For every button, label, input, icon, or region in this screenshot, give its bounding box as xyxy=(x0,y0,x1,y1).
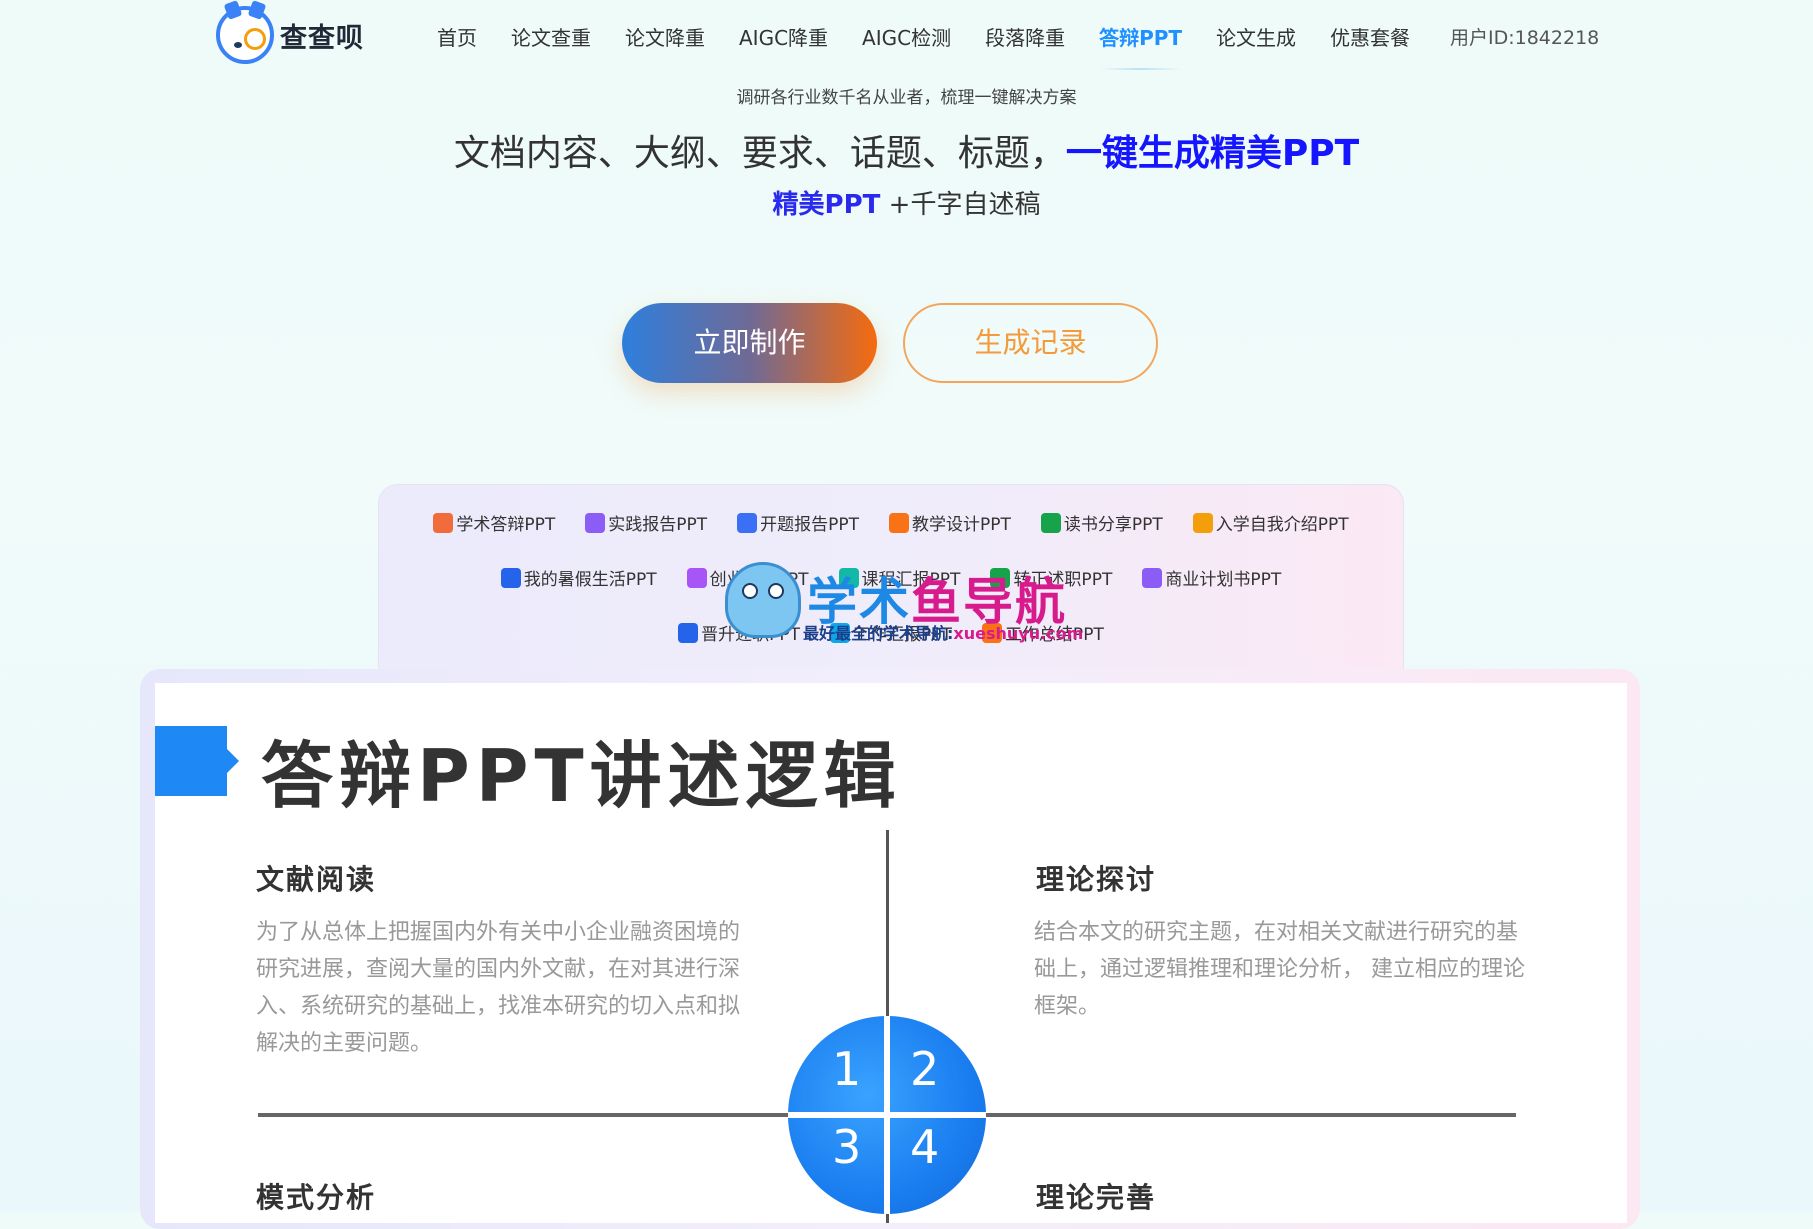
slide-title: 答辩PPT讲述逻辑 xyxy=(261,734,902,818)
category-label: 入学自我介绍PPT xyxy=(1215,515,1349,535)
headline-highlight: 一键生成精美PPT xyxy=(1065,133,1360,174)
category-book[interactable]: 学术答辩PPT xyxy=(433,510,555,535)
subline-plain: +千字自述稿 xyxy=(880,190,1041,220)
nav-item-home[interactable]: 首页 xyxy=(420,20,494,56)
nav-item-paper-generate[interactable]: 论文生成 xyxy=(1199,20,1313,56)
category-label: 学术答辩PPT xyxy=(456,515,556,535)
book-icon xyxy=(433,512,454,533)
category-row: 学术答辩PPT 实践报告PPT 开题报告PPT 教学设计PPT 读书分享PPT 入学自我介… xyxy=(379,510,1403,535)
category-label: 开题报告PPT xyxy=(760,515,859,535)
quadrant-4-heading: 理论完善 xyxy=(1036,1181,1157,1214)
history-button[interactable]: 生成记录 xyxy=(903,303,1158,383)
user-id[interactable]: 用户ID:1842218 xyxy=(1450,20,1599,56)
quadrant-circle: 1 2 3 4 xyxy=(788,1016,986,1214)
title-marker xyxy=(155,726,239,796)
quadrant-2-heading: 理论探讨 xyxy=(1036,863,1157,896)
octopus-logo-icon xyxy=(725,562,801,638)
number-3: 3 xyxy=(832,1120,862,1174)
user-card-icon xyxy=(1192,512,1213,533)
slide-preview: 答辩PPT讲述逻辑 文献阅读 为了从总体上把握国内外有关中小企业融资困境的研究进… xyxy=(155,683,1627,1223)
nav-item-aigc-reduce[interactable]: AIGC降重 xyxy=(722,20,845,56)
category-label: 商业计划书PPT xyxy=(1165,570,1282,590)
watermark: 学术鱼导航 最好最全的学术导航:xueshuyu.com xyxy=(725,562,1095,646)
logo[interactable]: 查查呗 xyxy=(216,0,364,64)
nav-item-defense-ppt[interactable]: 答辩PPT xyxy=(1082,20,1199,70)
category-label: 我的暑假生活PPT xyxy=(523,570,657,590)
category-label: 读书分享PPT xyxy=(1063,515,1163,535)
number-2: 2 xyxy=(910,1042,940,1096)
category-document-search[interactable]: 开题报告PPT xyxy=(737,510,859,535)
category-label: 教学设计PPT xyxy=(912,515,1011,535)
summer-icon xyxy=(500,567,521,588)
nav-item-packages[interactable]: 优惠套餐 xyxy=(1313,20,1427,56)
category-user-card[interactable]: 入学自我介绍PPT xyxy=(1192,510,1349,535)
number-4: 4 xyxy=(910,1120,940,1174)
number-1: 1 xyxy=(832,1042,862,1096)
nav-item-plagiarism-check[interactable]: 论文查重 xyxy=(494,20,608,56)
watermark-subtitle: 最好最全的学术导航:xueshuyu.com xyxy=(803,624,1084,643)
teaching-icon xyxy=(889,512,909,533)
nav-item-aigc-detect[interactable]: AIGC检测 xyxy=(845,20,968,56)
hero-subline: 精美PPT +千字自述稿 xyxy=(0,184,1813,221)
quadrant-2-body: 结合本文的研究主题，在对相关文献进行研究的基础上，通过逻辑推理和理论分析， 建立… xyxy=(1034,920,1525,1019)
hero-headline: 文档内容、大纲、要求、话题、标题，一键生成精美PPT xyxy=(0,124,1813,176)
nav-menu: 首页 论文查重 论文降重 AIGC降重 AIGC检测 段落降重 答辩PPT 论文… xyxy=(420,20,1427,70)
top-nav: 查查呗 首页 论文查重 论文降重 AIGC降重 AIGC检测 段落降重 答辩PP… xyxy=(0,0,1813,76)
chart-up-icon xyxy=(678,622,699,643)
hero-eyebrow: 调研各行业数千名从业者，梳理一键解决方案 xyxy=(736,88,1077,108)
quadrant-3-heading: 模式分析 xyxy=(256,1181,377,1214)
quadrant-1-body: 为了从总体上把握国内外有关中小企业融资困境的研究进展，查阅大量的国内外文献，在对… xyxy=(256,920,741,1056)
headline-plain: 文档内容、大纲、要求、话题、标题， xyxy=(453,133,1066,174)
category-clipboard[interactable]: 实践报告PPT xyxy=(585,510,707,535)
quadrant-1-heading: 文献阅读 xyxy=(256,863,377,896)
dog-logo-icon xyxy=(216,0,274,64)
subline-highlight: 精美PPT xyxy=(772,190,881,220)
category-reading[interactable]: 读书分享PPT xyxy=(1040,510,1163,535)
create-now-button[interactable]: 立即制作 xyxy=(622,303,877,383)
reading-icon xyxy=(1040,512,1061,533)
briefcase-icon xyxy=(1142,567,1163,588)
category-summer[interactable]: 我的暑假生活PPT xyxy=(500,565,657,590)
category-briefcase[interactable]: 商业计划书PPT xyxy=(1142,565,1281,590)
notepad-icon xyxy=(686,567,707,588)
clipboard-icon xyxy=(585,512,606,533)
category-teaching[interactable]: 教学设计PPT xyxy=(889,510,1011,535)
category-label: 实践报告PPT xyxy=(608,515,708,535)
document-search-icon xyxy=(737,512,758,533)
logo-text: 查查呗 xyxy=(280,22,364,54)
nav-item-reduce-similarity[interactable]: 论文降重 xyxy=(608,20,722,56)
nav-item-paragraph-reduce[interactable]: 段落降重 xyxy=(968,20,1082,56)
